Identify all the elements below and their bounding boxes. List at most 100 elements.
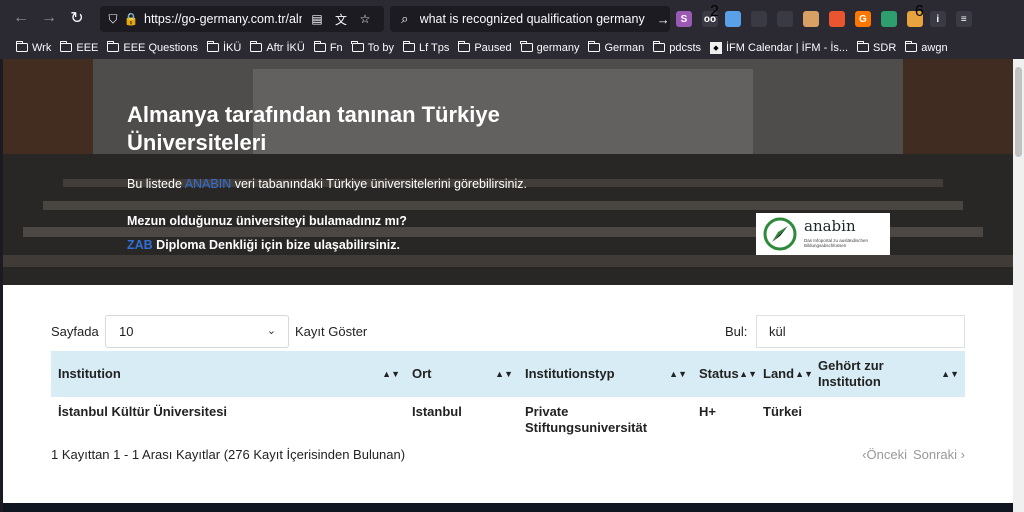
bookmark-item[interactable]: EEE [60,41,99,54]
bookmark-item[interactable]: SDR [856,41,896,54]
back-button[interactable]: ← [10,7,32,29]
bookmark-label: Lf Tps [418,41,450,54]
menu-icon[interactable]: ≡ [955,11,972,27]
bookmark-star-icon[interactable]: ☆ [356,12,374,26]
ext-blue-icon[interactable] [724,11,741,27]
cell-institution: İstanbul Kültür Üniversitesi [58,404,228,419]
flag-icon[interactable] [828,11,845,27]
sort-icon: ▲▼ [669,369,687,379]
bookmark-item[interactable]: Lf Tps [402,41,450,54]
lock-icon[interactable]: 🔒 [122,12,140,26]
column-header-status[interactable]: Status ▲▼ [699,351,757,397]
bookmark-item[interactable]: Paused [458,41,512,54]
url-text[interactable]: https://go-germany.com.tr/alma [144,12,302,26]
folder-icon [652,41,666,52]
anabin-link[interactable]: ANABIN [185,177,232,191]
bookmark-item[interactable]: pdcsts [652,41,701,54]
column-header-land[interactable]: Land ▲▼ [763,351,813,397]
address-bar[interactable]: ⛉ 🔒 https://go-germany.com.tr/alma ▤ 文 ☆ [100,6,384,32]
bookmark-item[interactable]: To by [351,41,394,54]
hero-desc-after: veri tabanındaki Türkiye üniversitelerin… [231,177,527,191]
hero-question: Mezun olduğunuz üniversiteyi bulamadınız… [127,214,407,228]
s-ext-icon[interactable]: S [676,11,692,27]
search-bar[interactable]: ⌕ what is recognized qualification germa… [390,6,670,32]
search-go-icon[interactable]: → [656,12,670,27]
column-header-ort[interactable]: Ort ▲▼ [412,351,519,397]
anabin-tagline: Das Infoportal zu ausländischen Bildungs… [804,238,869,248]
table-row[interactable]: İstanbul Kültür Üniversitesi Istanbul Pr… [51,397,965,441]
page-length-select[interactable]: 10 ⌄ [105,315,289,348]
search-icon: ⌕ [401,11,409,26]
anabin-logo[interactable]: anabin Das Infoportal zu ausländischen B… [756,213,890,255]
chevron-down-icon: ⌄ [266,325,276,337]
reload-button[interactable]: ↻ [66,7,88,29]
sort-icon: ▲▼ [382,369,400,379]
bookmark-label: Aftr İKÜ [266,41,305,54]
page-length-value: 10 [119,324,134,339]
bookmark-label: İKÜ [222,41,242,54]
previous-page-button[interactable]: ‹Önceki [862,447,907,462]
next-page-button[interactable]: Sonraki › [913,447,965,462]
reader-view-icon[interactable]: ▤ [308,12,326,26]
page-length-label: Sayfada [51,324,99,339]
bookmark-item[interactable]: germany [520,41,580,54]
grid-icon[interactable] [776,11,793,27]
bookmark-item[interactable]: awgn [904,41,948,54]
shield-ext-icon[interactable] [880,11,897,27]
bookmark-label: EEE [76,41,99,54]
hero-title: Almanya tarafından tanınan Türkiye Ünive… [127,102,500,155]
bookmarks-bar: Wrk EEE EEE Questions İKÜ Aftr İKÜ Fn To by Lf … [0,36,1024,59]
puzzle-icon[interactable] [750,11,767,27]
column-header-institution[interactable]: Institution ▲▼ [58,351,406,397]
bookmark-item[interactable]: Wrk [15,41,52,54]
folder-icon [904,41,918,52]
bookmark-item[interactable]: German [588,41,645,54]
extension-badge: 6 [914,3,924,20]
face-icon[interactable] [802,11,819,27]
bookmark-item[interactable]: Fn [313,41,343,54]
folder-icon [60,41,73,52]
bookmark-item[interactable]: ◆ İFM Calendar | İFM - İs... [710,41,849,54]
info-icon[interactable]: i [929,11,946,27]
bookmark-label: German [604,41,645,54]
search-query[interactable]: what is recognized qualification germany [420,12,649,26]
bookmark-label: Wrk [32,41,52,54]
scrollbar-thumb[interactable] [1015,67,1022,157]
site-favicon-icon: ◆ [710,41,722,54]
table-info: 1 Kayıttan 1 - 1 Arası Kayıtlar (276 Kay… [51,447,406,462]
page-scrollbar[interactable] [1013,59,1024,512]
bookmark-item[interactable]: İKÜ [206,41,242,54]
forward-button[interactable]: → [38,7,60,29]
column-header-institutionstyp[interactable]: Institutionstyp ▲▼ [525,351,693,397]
sort-icon: ▲▼ [495,369,513,379]
page-length-suffix: Kayıt Göster [295,324,368,339]
zab-link[interactable]: ZAB [127,238,153,252]
folder-icon [856,41,870,52]
hero-contact-text: Diploma Denkliği için bize ulaşabilirsin… [152,238,400,252]
folder-icon [107,41,120,52]
column-header-label: Status [699,366,739,381]
folder-icon [15,41,28,52]
bookmark-item[interactable]: Aftr İKÜ [250,41,305,54]
cell-ort: Istanbul [412,404,462,419]
sort-icon: ▲▼ [941,369,959,379]
shield-icon[interactable]: ⛉ [104,12,122,27]
table-header: Institution ▲▼ Ort ▲▼ Institutionstyp ▲▼ St… [51,351,965,397]
search-label: Bul: [725,324,748,339]
folder-icon [588,41,601,52]
bookmark-label: Paused [474,41,512,54]
folder-icon [458,41,471,52]
bookmark-label: İFM Calendar | İFM - İs... [726,41,849,54]
folder-icon [351,41,364,52]
bookmark-item[interactable]: EEE Questions [107,41,198,54]
hero-desc-before: Bu listede [127,177,185,191]
sort-icon: ▲▼ [739,369,757,379]
bookmark-label: germany [536,41,580,54]
translate-icon[interactable]: 文 [332,11,350,28]
folder-icon [402,41,415,52]
column-header-gehort-zur-institution[interactable]: Gehört zur Institution ▲▼ [818,351,965,397]
web-page: Almanya tarafından tanınan Türkiye Ünive… [3,59,1013,512]
folder-icon [520,41,533,52]
g-ext-icon[interactable]: G [854,11,871,27]
search-input[interactable]: kül [756,315,965,348]
